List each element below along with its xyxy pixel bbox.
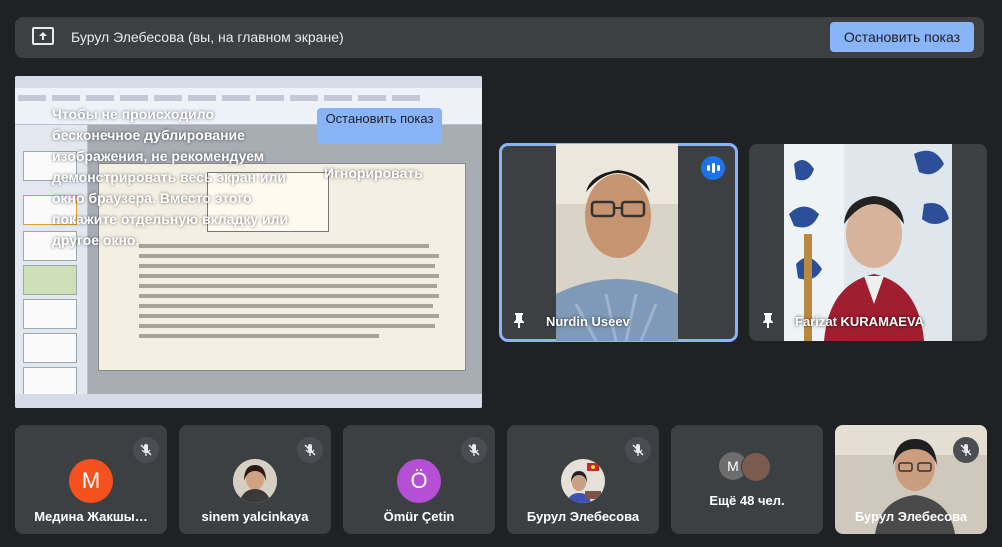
recursion-warning-text: Чтобы не происходило бесконечное дублиро… — [52, 106, 289, 248]
mic-off-icon — [625, 437, 651, 463]
presenting-title: Бурул Элебесова (вы, на главном экране) — [71, 29, 344, 45]
participant-name: Farizat KURAMAEVA — [795, 314, 925, 329]
mic-off-icon — [297, 437, 323, 463]
speaking-indicator-icon — [701, 156, 725, 180]
participant-tile[interactable]: Бурул Элебесова — [507, 425, 659, 534]
more-participants-label: Ещё 48 чел. — [709, 493, 785, 508]
avatar — [233, 459, 277, 503]
ppt-statusbar — [15, 394, 482, 408]
participant-tile[interactable]: M Медина Жакшы… — [15, 425, 167, 534]
presenting-banner: Бурул Элебесова (вы, на главном экране) … — [15, 17, 984, 58]
participant-name: Бурул Элебесова — [854, 509, 968, 524]
mic-off-icon — [953, 437, 979, 463]
participant-name: Медина Жакшы… — [34, 509, 148, 524]
avatar — [741, 452, 771, 482]
participant-tile[interactable]: sinem yalcinkaya — [179, 425, 331, 534]
mic-off-icon — [461, 437, 487, 463]
participant-name: Nurdin Useev — [546, 314, 630, 329]
participant-name: Бурул Элебесова — [526, 509, 640, 524]
self-video-tile[interactable]: Бурул Элебесова — [835, 425, 987, 534]
avatar: M — [69, 459, 113, 503]
more-participants-avatars: M — [719, 452, 779, 482]
avatar: Ö — [397, 459, 441, 503]
participant-video — [556, 144, 678, 341]
pin-icon[interactable] — [761, 312, 775, 328]
participant-name: sinem yalcinkaya — [201, 509, 309, 524]
participant-name: Ömür Çetin — [383, 509, 455, 524]
ignore-button[interactable]: Игнорировать — [324, 165, 423, 181]
participant-tile[interactable]: Ö Ömür Çetin — [343, 425, 495, 534]
present-screen-icon — [32, 27, 54, 45]
video-tile-farizat[interactable]: Farizat KURAMAEVA — [749, 144, 987, 341]
avatar — [561, 459, 605, 503]
video-tile-nurdin[interactable]: Nurdin Useev — [499, 143, 738, 342]
overlay-stop-presenting-button[interactable]: Остановить показ — [317, 108, 442, 144]
more-participants-tile[interactable]: M Ещё 48 чел. — [671, 425, 823, 534]
mic-off-icon — [133, 437, 159, 463]
pin-icon[interactable] — [512, 312, 526, 328]
stop-presenting-button[interactable]: Остановить показ — [829, 22, 974, 52]
participant-video — [784, 144, 952, 341]
ppt-titlebar — [15, 76, 482, 88]
